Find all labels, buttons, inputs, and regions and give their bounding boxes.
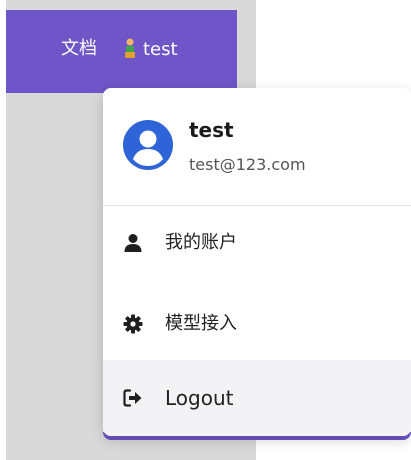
menu-item-label: Logout xyxy=(165,386,234,410)
menu-item-model-access[interactable]: 模型接入 xyxy=(103,294,411,354)
menu-user-header: test test@123.com xyxy=(103,88,411,205)
menu-user-email: test@123.com xyxy=(189,155,306,174)
user-circle-icon xyxy=(123,120,173,170)
menu-user-name: test xyxy=(189,118,234,142)
user-avatar-icon xyxy=(125,38,135,58)
user-dropdown-menu: test test@123.com 我的账户 模型接入 Logout xyxy=(103,88,411,436)
menu-divider xyxy=(103,205,411,206)
menu-item-label: 我的账户 xyxy=(165,232,237,253)
menu-item-logout[interactable]: Logout xyxy=(103,360,411,436)
menu-item-label: 模型接入 xyxy=(165,313,237,334)
gear-icon xyxy=(123,314,143,334)
logout-icon xyxy=(123,388,143,408)
user-menu-trigger[interactable]: test xyxy=(123,36,178,62)
docs-link[interactable]: 文档 xyxy=(61,38,97,60)
top-navigation-bar xyxy=(6,10,237,93)
menu-item-my-account[interactable]: 我的账户 xyxy=(103,213,411,273)
user-icon xyxy=(123,233,143,253)
user-menu-name: test xyxy=(143,38,178,60)
